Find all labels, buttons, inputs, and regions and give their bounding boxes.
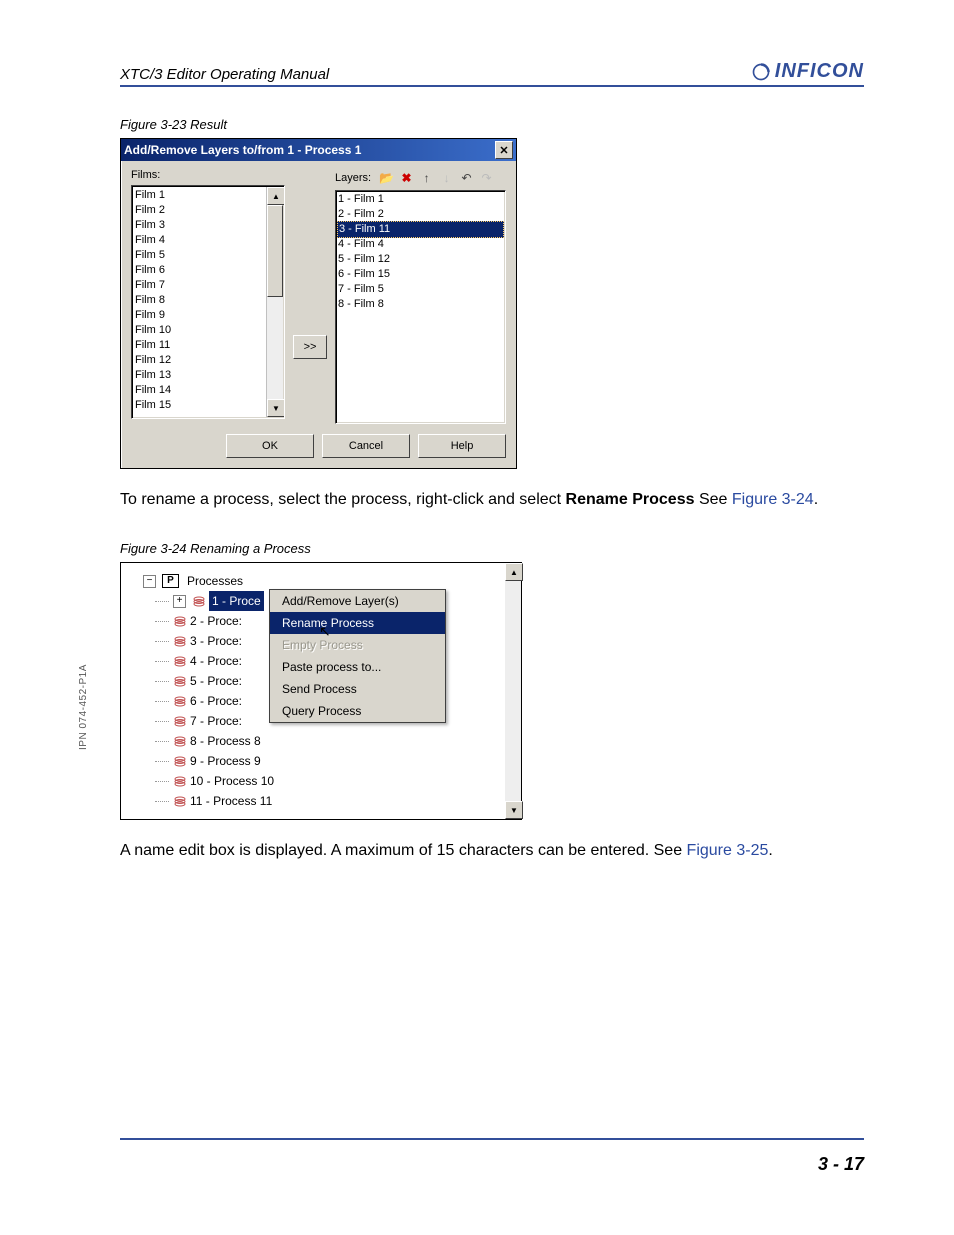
- film-item[interactable]: Film 11: [135, 338, 264, 353]
- layers-icon: [173, 656, 186, 666]
- scroll-up-icon[interactable]: ▲: [505, 563, 523, 581]
- process-item[interactable]: 11 - Process 11: [173, 791, 517, 811]
- redo-icon[interactable]: ↷: [478, 169, 495, 186]
- figure-3-25-link[interactable]: Figure 3-25: [687, 842, 769, 859]
- menu-item[interactable]: Add/Remove Layer(s): [270, 590, 445, 612]
- film-item[interactable]: Film 12: [135, 353, 264, 368]
- footer-rule: [120, 1138, 864, 1140]
- layers-icon: [173, 676, 186, 686]
- process-item[interactable]: 8 - Process 8: [173, 731, 517, 751]
- layer-item[interactable]: 4 - Film 4: [338, 237, 503, 252]
- ok-button[interactable]: OK: [226, 434, 314, 458]
- layer-item[interactable]: 5 - Film 12: [338, 252, 503, 267]
- films-label: Films:: [131, 169, 285, 181]
- process-item[interactable]: 10 - Process 10: [173, 771, 517, 791]
- process-item[interactable]: 9 - Process 9: [173, 751, 517, 771]
- films-scrollbar[interactable]: ▲ ▼: [266, 187, 283, 417]
- menu-item[interactable]: Rename Process: [270, 612, 445, 634]
- tree-collapse-icon[interactable]: −: [143, 575, 156, 588]
- layer-item[interactable]: 3 - Film 11: [337, 221, 504, 238]
- film-item[interactable]: Film 9: [135, 308, 264, 323]
- layers-label: Layers:: [335, 172, 371, 184]
- close-button[interactable]: ✕: [495, 141, 513, 159]
- processes-root-label[interactable]: Processes: [187, 571, 243, 591]
- doc-title: XTC/3 Editor Operating Manual: [120, 66, 329, 83]
- film-item[interactable]: Film 5: [135, 248, 264, 263]
- layers-icon: [173, 696, 186, 706]
- layers-icon: [173, 716, 186, 726]
- film-item[interactable]: Film 6: [135, 263, 264, 278]
- layers-icon: [173, 776, 186, 786]
- layers-icon: [173, 796, 186, 806]
- film-item[interactable]: Film 8: [135, 293, 264, 308]
- paragraph-rename: To rename a process, select the process,…: [120, 489, 864, 511]
- film-item[interactable]: Film 4: [135, 233, 264, 248]
- scroll-up-icon[interactable]: ▲: [267, 187, 285, 205]
- move-up-icon[interactable]: ↑: [418, 169, 435, 186]
- processes-folder-icon: P: [162, 574, 179, 588]
- scroll-thumb[interactable]: [267, 205, 283, 297]
- paragraph-editbox: A name edit box is displayed. A maximum …: [120, 840, 864, 862]
- help-button[interactable]: Help: [418, 434, 506, 458]
- process-tree-panel: − P Processes +1 - Proce2 - Proce:3 - Pr…: [120, 562, 522, 820]
- layer-item[interactable]: 1 - Film 1: [338, 192, 503, 207]
- figure-caption-3-23: Figure 3-23 Result: [120, 117, 864, 132]
- cancel-button[interactable]: Cancel: [322, 434, 410, 458]
- dialog-title: Add/Remove Layers to/from 1 - Process 1: [124, 143, 361, 157]
- menu-item[interactable]: Query Process: [270, 700, 445, 722]
- layer-item[interactable]: 2 - Film 2: [338, 207, 503, 222]
- ipn-code: IPN 074-452-P1A: [78, 664, 89, 750]
- film-item[interactable]: Film 1: [135, 188, 264, 203]
- move-down-icon[interactable]: ↓: [438, 169, 455, 186]
- film-item[interactable]: Film 2: [135, 203, 264, 218]
- layers-icon: [173, 616, 186, 626]
- delete-icon[interactable]: ✖: [398, 169, 415, 186]
- tree-scrollbar[interactable]: ▲ ▼: [505, 563, 521, 819]
- menu-item: Empty Process: [270, 634, 445, 656]
- move-right-button[interactable]: >>: [293, 335, 327, 359]
- layer-item[interactable]: 7 - Film 5: [338, 282, 503, 297]
- film-item[interactable]: Film 7: [135, 278, 264, 293]
- layers-icon: [173, 636, 186, 646]
- menu-item[interactable]: Send Process: [270, 678, 445, 700]
- undo-icon[interactable]: ↶: [458, 169, 475, 186]
- layer-item[interactable]: 8 - Film 8: [338, 297, 503, 312]
- film-item[interactable]: Film 14: [135, 383, 264, 398]
- layer-item[interactable]: 6 - Film 15: [338, 267, 503, 282]
- layers-icon: [192, 596, 205, 606]
- film-item[interactable]: Film 13: [135, 368, 264, 383]
- brand-logo: INFICON: [751, 60, 864, 83]
- films-listbox[interactable]: Film 1Film 2Film 3Film 4Film 5Film 6Film…: [131, 185, 285, 419]
- add-remove-layers-dialog: Add/Remove Layers to/from 1 - Process 1 …: [120, 138, 517, 469]
- open-icon[interactable]: 📂: [378, 169, 395, 186]
- figure-3-24-link[interactable]: Figure 3-24: [732, 491, 814, 508]
- page-number: 3 - 17: [818, 1154, 864, 1175]
- layers-icon: [173, 756, 186, 766]
- scroll-down-icon[interactable]: ▼: [505, 801, 523, 819]
- tree-expand-icon[interactable]: +: [173, 595, 186, 608]
- menu-item[interactable]: Paste process to...: [270, 656, 445, 678]
- film-item[interactable]: Film 3: [135, 218, 264, 233]
- layers-icon: [173, 736, 186, 746]
- scroll-down-icon[interactable]: ▼: [267, 399, 285, 417]
- film-item[interactable]: Film 10: [135, 323, 264, 338]
- film-item[interactable]: Film 15: [135, 398, 264, 413]
- figure-caption-3-24: Figure 3-24 Renaming a Process: [120, 541, 864, 556]
- context-menu: Add/Remove Layer(s)Rename ProcessEmpty P…: [269, 589, 446, 723]
- layers-listbox[interactable]: 1 - Film 12 - Film 23 - Film 114 - Film …: [335, 190, 506, 424]
